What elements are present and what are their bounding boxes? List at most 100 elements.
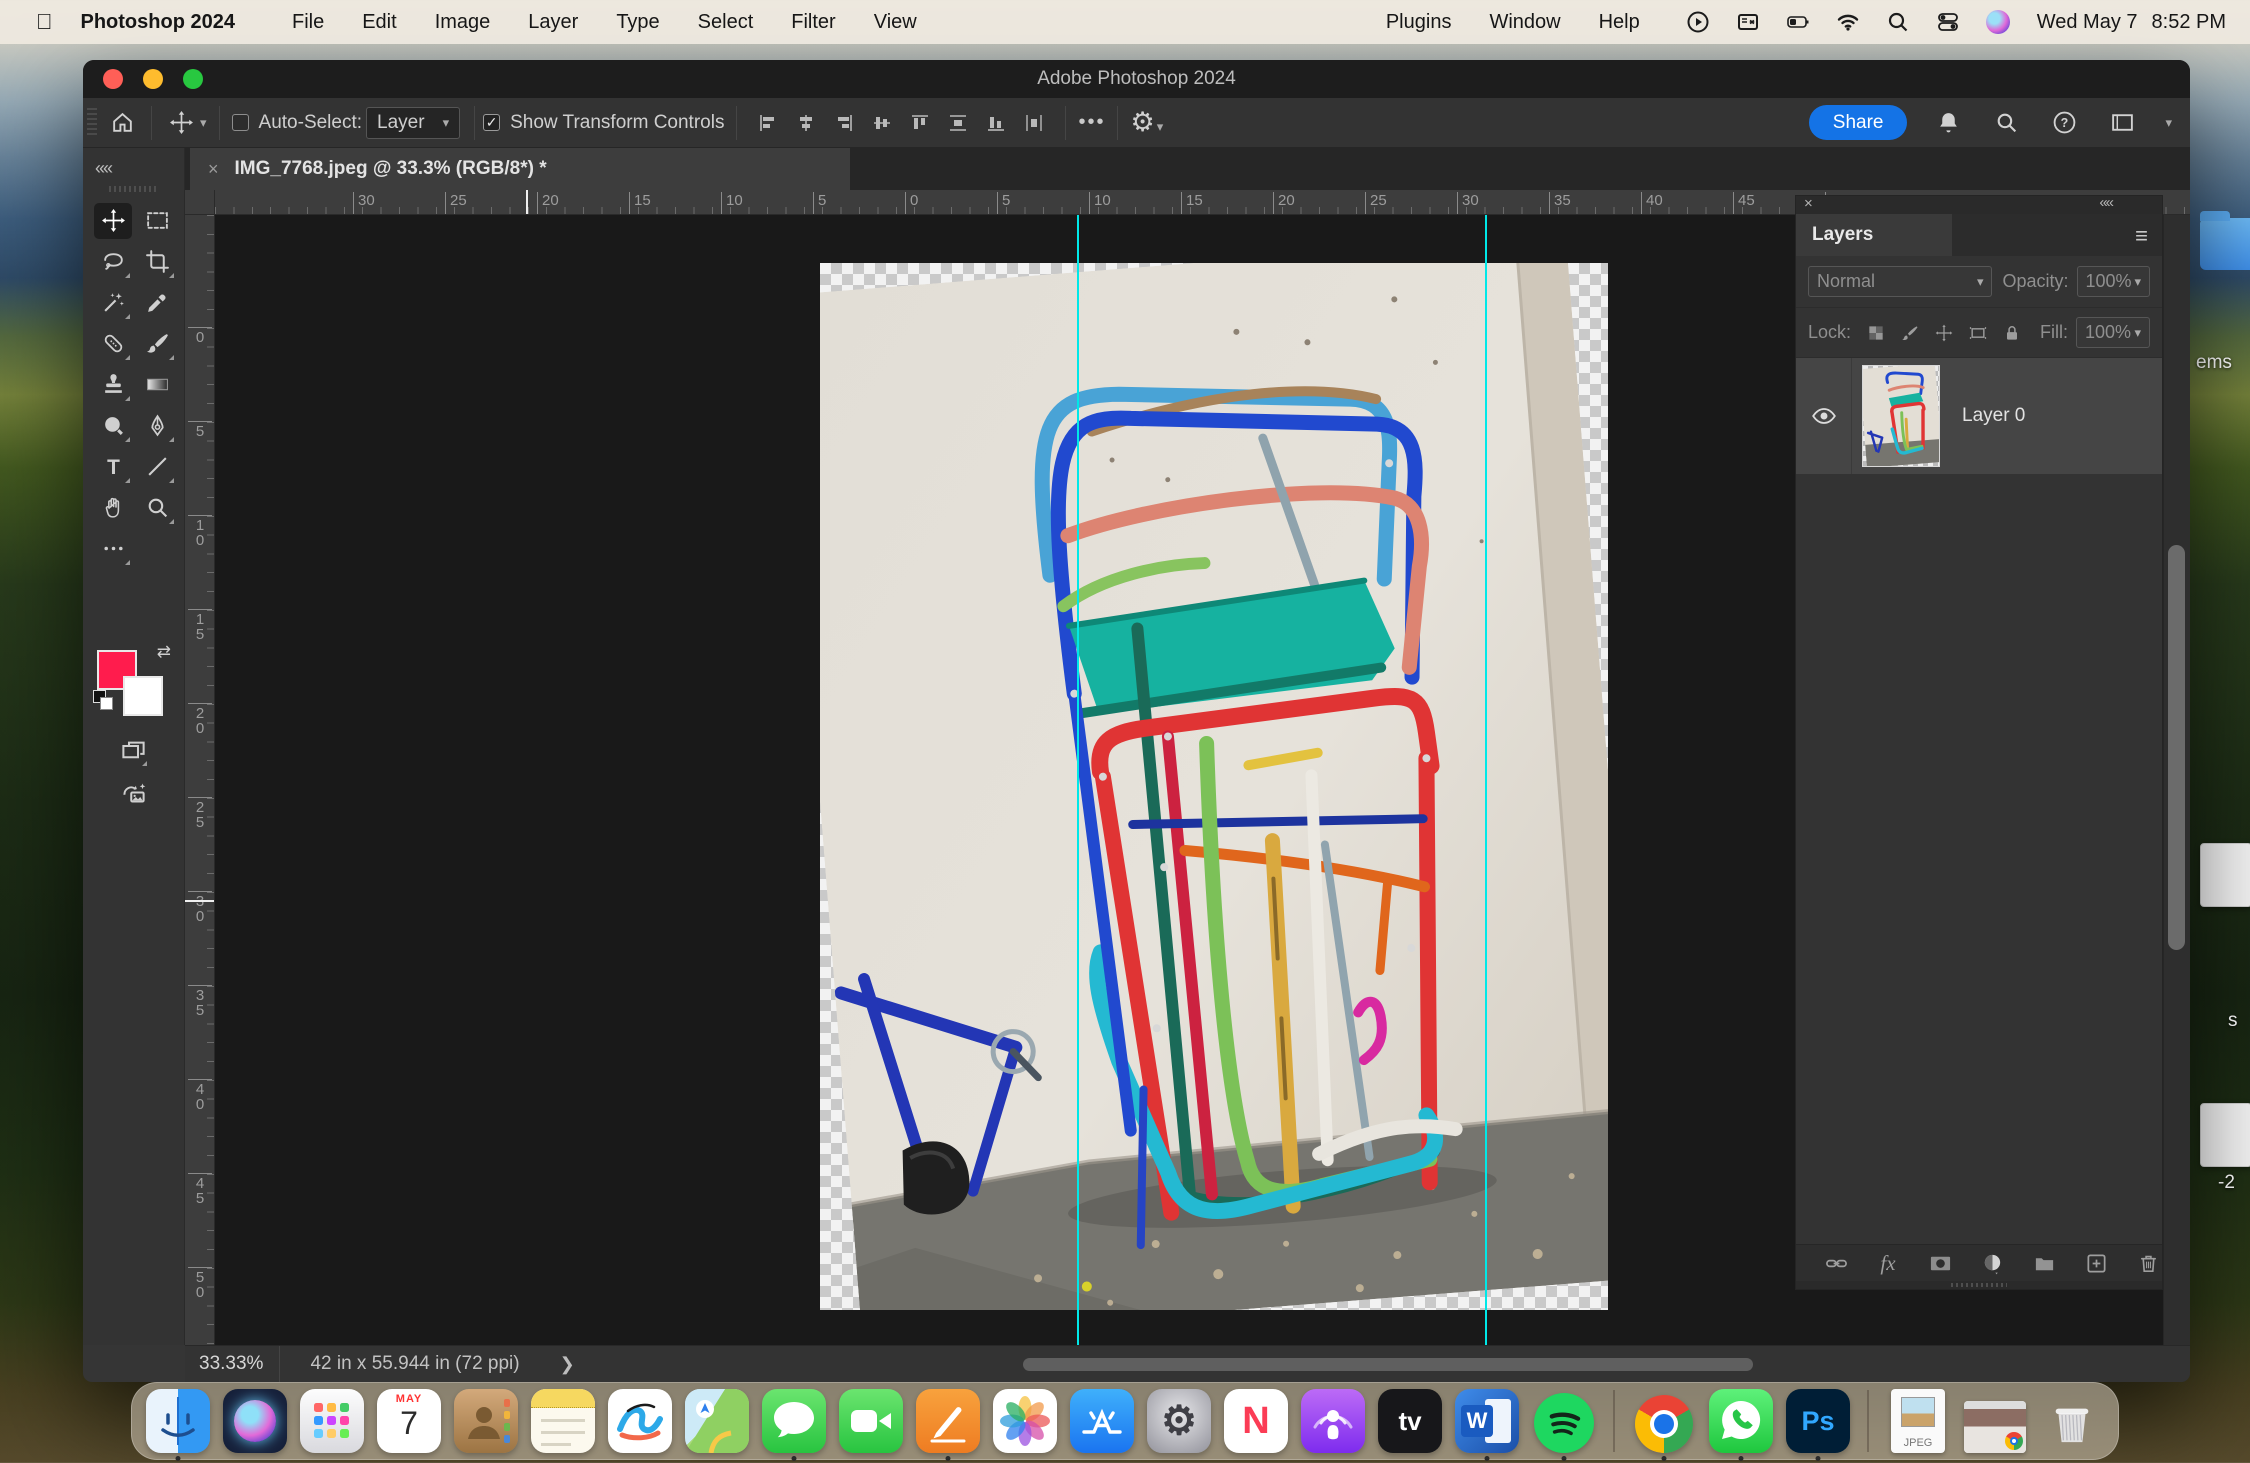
move-tool[interactable] (94, 203, 132, 239)
panel-resize-grip[interactable] (1796, 1281, 2162, 1289)
dock-item-settings[interactable]: ⚙ (1147, 1389, 1211, 1453)
zoom-window-button[interactable] (183, 69, 203, 89)
dock-item-trash[interactable] (2040, 1389, 2104, 1453)
hand-tool[interactable] (94, 490, 132, 526)
gradient-tool[interactable] (138, 367, 176, 403)
guide-vertical-1[interactable] (1077, 215, 1079, 1345)
healing-brush-tool[interactable] (94, 326, 132, 362)
lock-artboard-icon[interactable] (1963, 320, 1993, 346)
fill-value-field[interactable]: 100%▾ (2076, 317, 2150, 348)
vertical-scrollbar-thumb[interactable] (2168, 545, 2185, 950)
guide-vertical-2[interactable] (1485, 215, 1487, 1345)
screen-mode-icon[interactable] (113, 732, 153, 768)
blend-mode-dropdown[interactable]: Normal▾ (1808, 266, 1992, 297)
close-window-button[interactable] (103, 69, 123, 89)
layer-row[interactable]: Layer 0 (1796, 358, 2162, 474)
dock-item-notes[interactable] (531, 1389, 595, 1453)
background-color-swatch[interactable] (123, 676, 163, 716)
home-icon[interactable] (105, 106, 139, 140)
delete-layer-icon[interactable] (2134, 1249, 2162, 1277)
spotlight-icon[interactable] (1885, 9, 1911, 35)
swap-colors-icon[interactable]: ⇄ (157, 642, 171, 662)
menu-image[interactable]: Image (435, 11, 491, 34)
lasso-tool[interactable] (94, 244, 132, 280)
dock-item-photoshop[interactable]: Ps (1786, 1389, 1850, 1453)
dock-item-file-jpeg[interactable]: JPEG (1886, 1389, 1950, 1453)
panel-menu-icon[interactable]: ≡ (2135, 223, 2148, 249)
dock-item-podcasts[interactable] (1301, 1389, 1365, 1453)
dock-item-minimized-window[interactable] (1963, 1389, 2027, 1453)
dock-item-messages[interactable] (762, 1389, 826, 1453)
pen-tool[interactable] (138, 408, 176, 444)
move-tool-preset-icon[interactable] (164, 106, 198, 140)
menu-layer[interactable]: Layer (528, 11, 578, 34)
zoom-level-field[interactable]: 33.33% (185, 1346, 280, 1382)
eyedropper-tool[interactable] (138, 285, 176, 321)
menu-help[interactable]: Help (1599, 11, 1640, 34)
menu-type[interactable]: Type (616, 11, 659, 34)
distribute-vertical-icon[interactable] (939, 106, 977, 140)
align-horizontal-centers-icon[interactable] (787, 106, 825, 140)
wifi-icon[interactable] (1835, 9, 1861, 35)
share-button[interactable]: Share (1809, 105, 1908, 140)
layer-thumbnail[interactable] (1862, 365, 1940, 467)
play-circle-icon[interactable] (1685, 9, 1711, 35)
document-tab[interactable]: × IMG_7768.jpeg @ 33.3% (RGB/8*) * (190, 148, 850, 190)
dock-item-chrome[interactable] (1632, 1389, 1696, 1453)
auto-select-checkbox[interactable] (232, 114, 249, 131)
apple-menu-icon[interactable]:  (36, 9, 53, 35)
magic-wand-tool[interactable] (94, 285, 132, 321)
control-center-icon[interactable] (1935, 9, 1961, 35)
align-right-edges-icon[interactable] (825, 106, 863, 140)
align-vertical-centers-icon[interactable] (863, 106, 901, 140)
lock-position-icon[interactable] (1929, 320, 1959, 346)
vertical-scrollbar-track[interactable] (2163, 215, 2190, 1345)
dock-item-spotify[interactable] (1532, 1389, 1596, 1453)
auto-select-target-dropdown[interactable]: Layer▾ (366, 107, 460, 139)
collapse-panel-icon[interactable]: «« (2099, 194, 2112, 211)
menu-select[interactable]: Select (698, 11, 754, 34)
fx-icon[interactable]: fx (1874, 1249, 1902, 1277)
layer-name[interactable]: Layer 0 (1962, 405, 2025, 427)
ruler-origin-corner[interactable] (185, 190, 215, 215)
dock-item-finder[interactable] (146, 1389, 210, 1453)
dock-item-facetime[interactable] (839, 1389, 903, 1453)
workspace-chevron-icon[interactable]: ▾ (2165, 115, 2172, 131)
dock-item-news[interactable]: N (1224, 1389, 1288, 1453)
dock-item-photos[interactable] (993, 1389, 1057, 1453)
menu-view[interactable]: View (874, 11, 917, 34)
menu-window[interactable]: Window (1489, 11, 1560, 34)
notifications-bell-icon[interactable] (1931, 106, 1965, 140)
app-menu-title[interactable]: Photoshop 2024 (81, 11, 235, 34)
dock-item-freeform[interactable] (608, 1389, 672, 1453)
dock-item-word[interactable]: W (1455, 1389, 1519, 1453)
document-info[interactable]: 42 in x 55.944 in (72 ppi) ❯ (280, 1353, 604, 1375)
desktop-folder-icon[interactable] (2200, 218, 2250, 270)
menu-plugins[interactable]: Plugins (1386, 11, 1452, 34)
dock-item-whatsapp[interactable] (1709, 1389, 1773, 1453)
minimize-window-button[interactable] (143, 69, 163, 89)
link-layers-icon[interactable] (1822, 1249, 1850, 1277)
zoom-tool[interactable] (138, 490, 176, 526)
workspace-switcher-icon[interactable] (2105, 106, 2139, 140)
layer-visibility-eye-icon[interactable] (1796, 358, 1852, 474)
vertical-ruler[interactable]: 051 01 52 02 53 03 54 04 55 05 5 (185, 215, 215, 1345)
group-layers-icon[interactable] (2030, 1249, 2058, 1277)
status-arrow-icon[interactable]: ❯ (560, 1354, 575, 1375)
search-icon[interactable] (1989, 106, 2023, 140)
dock-item-tv[interactable]: tv (1378, 1389, 1442, 1453)
clone-stamp-tool[interactable] (94, 367, 132, 403)
brush-tool[interactable] (138, 326, 176, 362)
dock-item-contacts[interactable] (454, 1389, 518, 1453)
show-transform-checkbox[interactable]: ✓ (483, 114, 500, 131)
menu-bar-date[interactable]: Wed May 7 (2037, 11, 2138, 34)
line-tool[interactable] (138, 449, 176, 485)
lock-all-icon[interactable] (1997, 320, 2027, 346)
lock-transparency-icon[interactable] (1861, 320, 1891, 346)
window-switcher-icon[interactable] (1735, 9, 1761, 35)
menu-edit[interactable]: Edit (362, 11, 396, 34)
dock-item-app-store[interactable] (1070, 1389, 1134, 1453)
layer-mask-icon[interactable] (1926, 1249, 1954, 1277)
new-layer-icon[interactable] (2082, 1249, 2110, 1277)
dock-item-siri[interactable] (223, 1389, 287, 1453)
